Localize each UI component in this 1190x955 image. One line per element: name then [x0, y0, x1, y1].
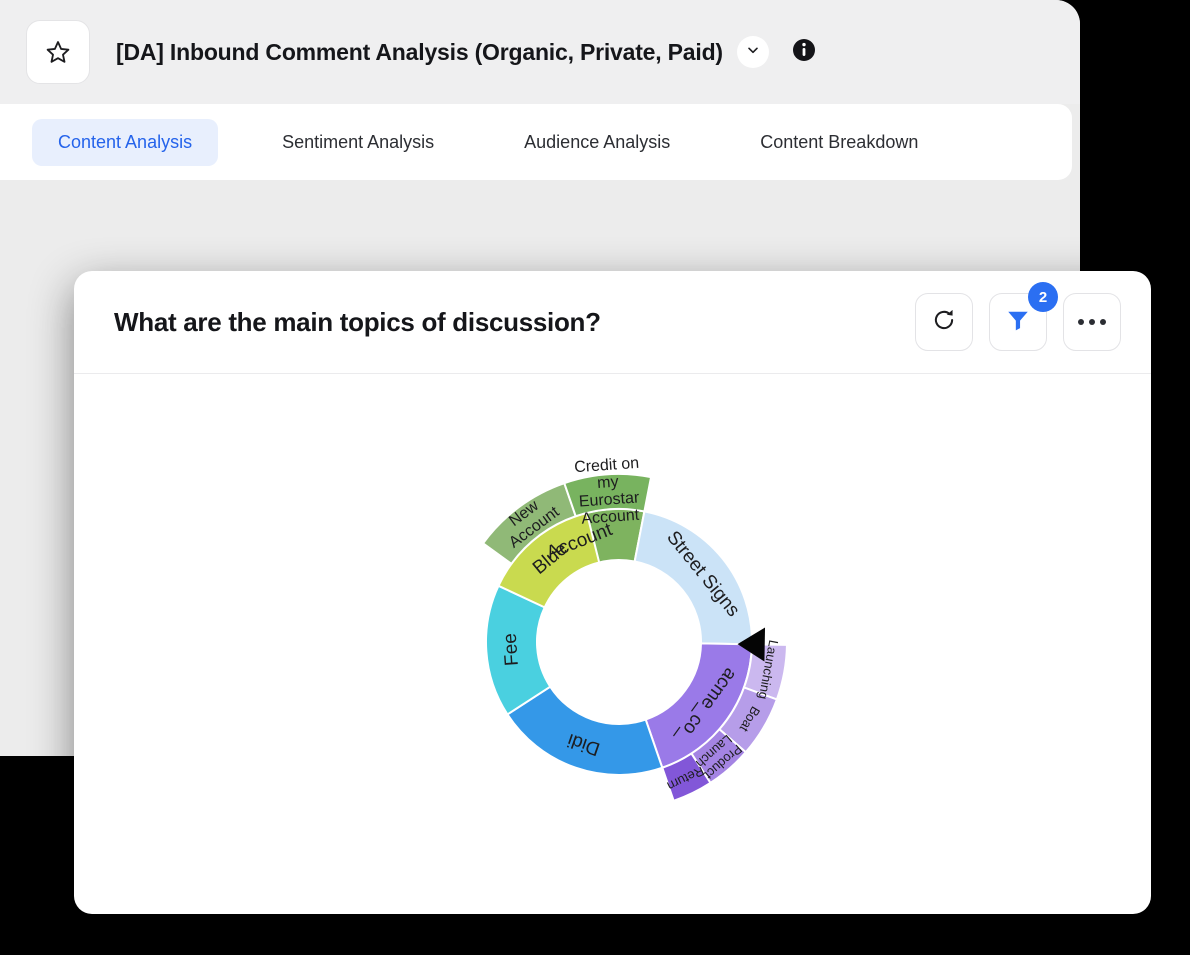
page-title: [DA] Inbound Comment Analysis (Organic, …	[116, 38, 723, 65]
tab-sentiment-analysis[interactable]: Sentiment Analysis	[256, 119, 460, 166]
widget-body: Account Street Signs acme_co_ Didi Fee Blue Ne…	[74, 374, 1151, 914]
refresh-button[interactable]	[915, 293, 973, 351]
filter-button[interactable]: 2	[989, 282, 1058, 351]
widget-card: What are the main topics of discussion? …	[74, 271, 1151, 914]
sunburst-slice[interactable]	[633, 510, 753, 646]
widget-title: What are the main topics of discussion?	[114, 306, 601, 337]
widget-header: What are the main topics of discussion? …	[74, 271, 1151, 374]
info-button[interactable]	[791, 38, 817, 67]
tab-content-analysis[interactable]: Content Analysis	[32, 118, 219, 166]
filter-count-badge: 2	[1028, 282, 1058, 312]
tab-audience-analysis[interactable]: Audience Analysis	[498, 119, 696, 166]
star-icon	[45, 39, 71, 65]
chevron-down-icon	[745, 42, 761, 63]
app-header-bar: [DA] Inbound Comment Analysis (Organic, …	[0, 0, 1080, 104]
ellipsis-icon	[1078, 319, 1106, 325]
refresh-icon	[931, 307, 957, 338]
tab-bar: Content Analysis Sentiment Analysis Audi…	[0, 104, 1072, 180]
title-dropdown-button[interactable]	[736, 36, 769, 68]
widget-action-bar: 2	[915, 282, 1121, 351]
tab-content-breakdown[interactable]: Content Breakdown	[734, 119, 944, 166]
favorite-star-button[interactable]	[26, 20, 90, 84]
info-icon	[792, 38, 816, 67]
more-options-button[interactable]	[1063, 293, 1121, 351]
filter-icon	[1005, 307, 1031, 338]
sunburst-slice[interactable]	[563, 473, 653, 518]
sunburst-chart[interactable]: Account Street Signs acme_co_ Didi Fee Blue Ne…	[74, 374, 1151, 914]
